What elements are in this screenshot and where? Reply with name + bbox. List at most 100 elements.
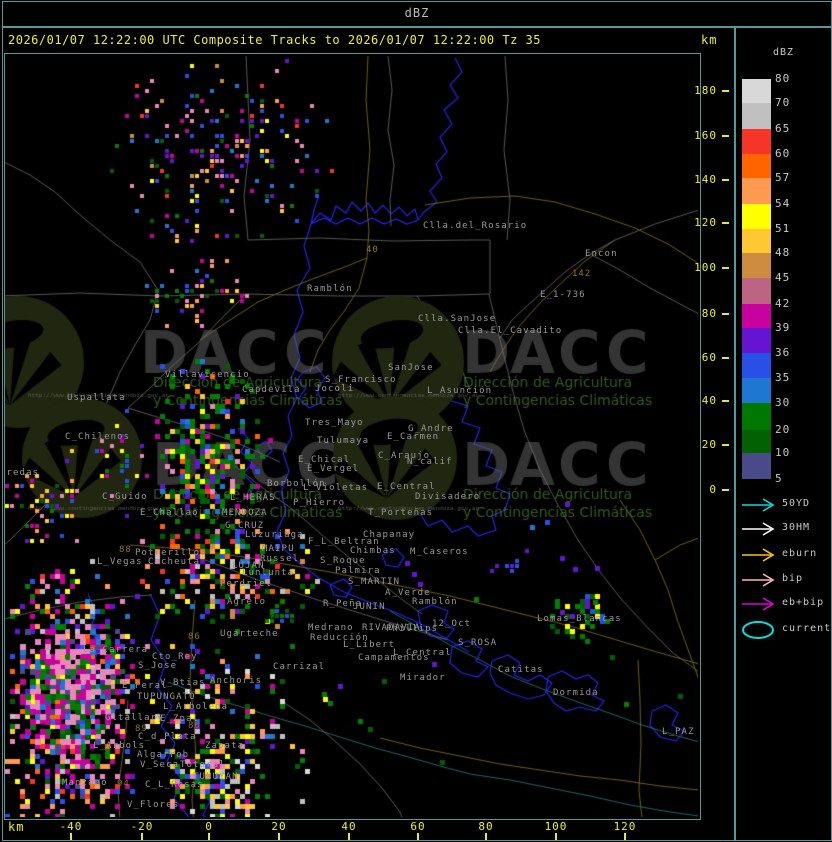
- legend-level-label: 45: [775, 271, 791, 284]
- legend-marker-label: bip: [782, 573, 804, 584]
- radar-map-viewport[interactable]: Clla.del_Rosario Ramblón Encon E_1-736 Clla.…: [4, 53, 701, 820]
- legend-level-label: 54: [775, 197, 791, 210]
- legend-marker-label: 30HM: [782, 522, 811, 533]
- right-axis-tick-label: 120: [694, 216, 717, 229]
- legend-level-label: 65: [775, 122, 791, 135]
- legend-color-block: [742, 204, 771, 229]
- legend-color-block: [742, 178, 771, 204]
- right-axis-tick-label: 20: [701, 438, 717, 451]
- right-axis-tick: [722, 267, 729, 269]
- place-label: S_Jose: [138, 661, 178, 671]
- place-label: C_L_Rosas: [145, 780, 204, 790]
- legend-marker-label: eb+bip: [782, 597, 825, 608]
- place-label: L_PAZ: [662, 727, 695, 737]
- place-label: N_calif: [407, 457, 453, 467]
- place-label: Catitas: [498, 665, 544, 675]
- bottom-axis-tick-label: 80: [478, 820, 494, 833]
- bottom-axis-tick-label: 100: [544, 820, 568, 833]
- bip-arrow-icon: [741, 570, 779, 594]
- bottom-axis-tick: [70, 833, 72, 840]
- legend-color-block: [742, 378, 771, 403]
- place-label: Carrizal: [273, 662, 326, 672]
- place-label: La_Carrera: [83, 645, 149, 655]
- place-label: V_Seca: [140, 760, 180, 770]
- place-label: S_Roque: [320, 556, 366, 566]
- right-axis-tick-label: 160: [694, 129, 717, 142]
- legend-panel: dBZ 80 70 65 60 57 54 51 48 45 42 39 36 35 30 20 10 5 50…: [735, 27, 832, 841]
- bottom-axis-tick-label: -20: [130, 820, 154, 833]
- bottom-axis-tick: [208, 833, 210, 840]
- legend-color-block: [742, 328, 771, 353]
- legend-color-block: [742, 430, 771, 453]
- legend-level-label: 48: [775, 246, 791, 259]
- legend-color-block: [742, 403, 771, 430]
- right-axis-tick: [722, 400, 729, 402]
- place-label: Capdevila: [242, 385, 301, 395]
- place-label: L_Arboleda: [163, 702, 229, 712]
- place-label: C_Guido: [102, 492, 148, 502]
- route-number-label: 94: [117, 779, 130, 789]
- place-label: Algarrob: [137, 750, 190, 760]
- right-axis-tick-label: 140: [694, 173, 717, 186]
- place-label: Anchoris: [210, 676, 263, 686]
- right-axis-tick: [722, 135, 729, 137]
- place-label: L_Libert: [343, 640, 396, 650]
- eb+bip-arrow-icon: [741, 594, 779, 618]
- legend-level-label: 35: [775, 371, 791, 384]
- place-label: Gltallary: [105, 713, 164, 723]
- 50YD-arrow-icon: [741, 495, 779, 519]
- place-label: E_Vergel: [307, 464, 360, 474]
- bottom-axis-tick: [485, 833, 487, 840]
- place-label: SanJose: [388, 363, 434, 373]
- right-axis-tick: [722, 90, 729, 92]
- place-label: Cacheuta: [148, 557, 201, 567]
- place-label: Palmira: [335, 566, 381, 576]
- legend-color-block: [742, 353, 771, 378]
- place-label: Uspallata: [67, 393, 126, 403]
- right-axis-tick: [722, 489, 729, 491]
- right-axis-tick: [722, 179, 729, 181]
- place-label: Clla.El_Cavadito: [458, 326, 563, 336]
- legend-color-block: [742, 253, 771, 278]
- route-number-label: 86: [188, 721, 201, 731]
- legend-marker-label: eburn: [782, 548, 818, 559]
- place-label: S_ROSA: [458, 638, 498, 648]
- place-label: Clla.SanJose: [418, 314, 497, 324]
- legend-title: dBZ: [772, 47, 795, 58]
- right-axis-tick-label: 0: [709, 483, 717, 496]
- place-label: Lomas_Blancas: [537, 614, 622, 624]
- legend-level-label: 60: [775, 147, 791, 160]
- bottom-axis-tick-label: 120: [613, 820, 637, 833]
- legend-marker-label: current: [782, 623, 832, 634]
- legend-marker-label: 50YD: [782, 498, 811, 509]
- legend-color-block: [742, 154, 771, 178]
- place-label: Mirador: [400, 673, 446, 683]
- legend-level-label: 80: [775, 72, 791, 85]
- legend-color-block: [742, 278, 771, 304]
- place-label: L_Vegas: [97, 557, 143, 567]
- place-label: Ugarteche: [220, 629, 279, 639]
- place-label: E_Central: [377, 482, 436, 492]
- page-title: dBZ: [404, 6, 430, 20]
- route-number-label: 40: [366, 245, 379, 255]
- place-label: L_Central: [393, 648, 452, 658]
- right-axis-tick: [722, 313, 729, 315]
- title-bar: dBZ: [2, 1, 832, 27]
- bottom-axis-tick-label: 40: [341, 820, 357, 833]
- place-label: Clla.del_Rosario: [423, 221, 528, 231]
- bottom-axis-unit: km: [8, 820, 25, 834]
- place-label: E_1-736: [540, 290, 586, 300]
- place-label: Divisadero: [415, 492, 481, 502]
- right-axis-tick-label: 180: [694, 84, 717, 97]
- place-label: Agrelo: [227, 597, 267, 607]
- route-number-label: 86: [188, 632, 201, 642]
- legend-level-label: 5: [775, 472, 783, 485]
- legend-color-block: [742, 453, 771, 479]
- place-label: L_Asunción: [427, 386, 493, 396]
- place-label: TUPUNGATO: [137, 692, 196, 702]
- place-label: Luzuriaga: [245, 530, 304, 540]
- place-label: E_Challao: [140, 508, 199, 518]
- place-label: Medrano: [308, 623, 354, 633]
- place-label: Tres_Mayo: [305, 418, 364, 428]
- place-label: Ramblón: [307, 284, 353, 294]
